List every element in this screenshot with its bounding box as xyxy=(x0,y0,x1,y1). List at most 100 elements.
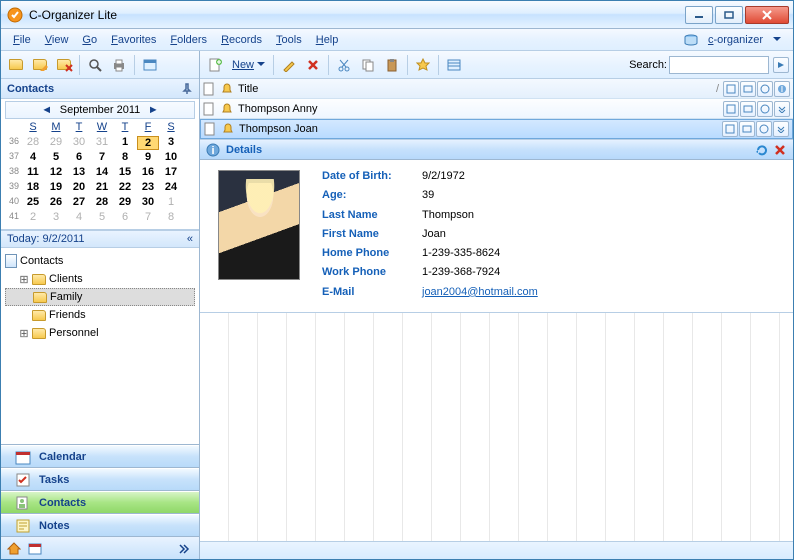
menu-folders[interactable]: Folders xyxy=(164,32,213,48)
calendar-day[interactable]: 23 xyxy=(137,181,159,195)
maximize-button[interactable] xyxy=(715,6,743,24)
calendar-day[interactable]: 30 xyxy=(137,196,159,210)
list-row[interactable]: Thompson Anny xyxy=(200,99,793,119)
menu-tools[interactable]: Tools xyxy=(270,32,308,48)
month-label[interactable]: September 2011 xyxy=(60,104,141,116)
row-view-icon[interactable] xyxy=(723,81,739,97)
new-folder-button[interactable] xyxy=(5,54,27,76)
row-card-icon[interactable] xyxy=(740,101,756,117)
close-details-icon[interactable] xyxy=(773,143,787,157)
calendar-day[interactable]: 5 xyxy=(45,151,67,165)
calendar-day[interactable]: 2 xyxy=(137,136,159,150)
calendar-day[interactable]: 22 xyxy=(114,181,136,195)
calendar-day[interactable]: 6 xyxy=(114,211,136,225)
new-record-button[interactable] xyxy=(204,54,226,76)
row-view-icon[interactable] xyxy=(723,101,739,117)
close-button[interactable] xyxy=(745,6,789,24)
calendar-day[interactable]: 26 xyxy=(45,196,67,210)
edit-button[interactable] xyxy=(278,54,300,76)
nav-calendar[interactable]: Calendar xyxy=(1,445,199,468)
row-view-icon[interactable] xyxy=(722,121,738,137)
row-card-icon[interactable] xyxy=(739,121,755,137)
today-row[interactable]: Today: 9/2/2011 « xyxy=(1,230,199,248)
tree-folder[interactable]: Friends xyxy=(5,306,195,324)
edit-folder-button[interactable] xyxy=(29,54,51,76)
tree-root[interactable]: Contacts xyxy=(5,252,195,270)
prev-month-button[interactable]: ◄ xyxy=(40,104,54,116)
row-info-icon[interactable]: i xyxy=(774,81,790,97)
calendar-day[interactable]: 30 xyxy=(68,136,90,150)
search-go-button[interactable] xyxy=(773,57,789,73)
expand-nav-icon[interactable] xyxy=(178,542,190,554)
columns-button[interactable] xyxy=(443,54,465,76)
calendar-day[interactable]: 21 xyxy=(91,181,113,195)
menu-help[interactable]: Help xyxy=(310,32,345,48)
calendar-day[interactable]: 29 xyxy=(45,136,67,150)
calendar-day[interactable]: 4 xyxy=(22,151,44,165)
calendar-day[interactable]: 1 xyxy=(160,196,182,210)
row-globe-icon[interactable] xyxy=(757,81,773,97)
tree-folder[interactable]: Family xyxy=(5,288,195,306)
new-dropdown[interactable]: New xyxy=(228,59,269,71)
copy-button[interactable] xyxy=(357,54,379,76)
nav-contacts[interactable]: Contacts xyxy=(1,491,199,514)
database-selector[interactable]: c-organizer xyxy=(678,30,787,50)
calendar-day[interactable]: 8 xyxy=(114,151,136,165)
calendar-day[interactable]: 13 xyxy=(68,166,90,180)
pin-icon[interactable] xyxy=(181,83,193,95)
calendar-day[interactable]: 18 xyxy=(22,181,44,195)
calendar-day[interactable]: 28 xyxy=(22,136,44,150)
menu-records[interactable]: Records xyxy=(215,32,268,48)
calendar-day[interactable]: 16 xyxy=(137,166,159,180)
next-month-button[interactable]: ► xyxy=(146,104,160,116)
view-button[interactable] xyxy=(139,54,161,76)
nav-tasks[interactable]: Tasks xyxy=(1,468,199,491)
calendar-day[interactable]: 20 xyxy=(68,181,90,195)
paste-button[interactable] xyxy=(381,54,403,76)
calendar-day[interactable]: 4 xyxy=(68,211,90,225)
calendar-day[interactable]: 11 xyxy=(22,166,44,180)
print-button[interactable] xyxy=(108,54,130,76)
row-globe-icon[interactable] xyxy=(757,101,773,117)
calendar-day[interactable]: 25 xyxy=(22,196,44,210)
search-button[interactable] xyxy=(84,54,106,76)
menu-go[interactable]: Go xyxy=(76,32,103,48)
refresh-icon[interactable] xyxy=(755,143,769,157)
calendar-day[interactable]: 28 xyxy=(91,196,113,210)
delete-button[interactable] xyxy=(302,54,324,76)
minimize-button[interactable] xyxy=(685,6,713,24)
calendar-day[interactable]: 5 xyxy=(91,211,113,225)
email-link[interactable]: joan2004@hotmail.com xyxy=(422,286,538,298)
calendar-day[interactable]: 10 xyxy=(160,151,182,165)
nav-notes[interactable]: Notes xyxy=(1,514,199,537)
calendar-day[interactable]: 29 xyxy=(114,196,136,210)
menu-favorites[interactable]: Favorites xyxy=(105,32,162,48)
row-expand-icon[interactable] xyxy=(773,121,789,137)
calendar-day[interactable]: 3 xyxy=(45,211,67,225)
calendar-day[interactable]: 1 xyxy=(114,136,136,150)
calendar-day[interactable]: 31 xyxy=(91,136,113,150)
row-globe-icon[interactable] xyxy=(756,121,772,137)
search-input[interactable] xyxy=(669,56,769,74)
calendar-day[interactable]: 7 xyxy=(137,211,159,225)
calendar-day[interactable]: 2 xyxy=(22,211,44,225)
row-expand-icon[interactable] xyxy=(774,101,790,117)
tree-folder[interactable]: ⊞Clients xyxy=(5,270,195,288)
menu-view[interactable]: View xyxy=(39,32,75,48)
calendar-day[interactable]: 8 xyxy=(160,211,182,225)
home-icon[interactable] xyxy=(7,541,21,555)
delete-folder-button[interactable] xyxy=(53,54,75,76)
calendar-day[interactable]: 3 xyxy=(160,136,182,150)
calendar-day[interactable]: 19 xyxy=(45,181,67,195)
favorite-button[interactable] xyxy=(412,54,434,76)
tree-folder[interactable]: ⊞Personnel xyxy=(5,324,195,342)
calendar-day[interactable]: 14 xyxy=(91,166,113,180)
calendar-day[interactable]: 15 xyxy=(114,166,136,180)
calendar-day[interactable]: 9 xyxy=(137,151,159,165)
calendar-day[interactable]: 12 xyxy=(45,166,67,180)
list-header[interactable]: Title / i xyxy=(200,79,793,99)
calendar-day[interactable]: 7 xyxy=(91,151,113,165)
cut-button[interactable] xyxy=(333,54,355,76)
menu-file[interactable]: File xyxy=(7,32,37,48)
calendar-small-icon[interactable] xyxy=(28,541,42,555)
